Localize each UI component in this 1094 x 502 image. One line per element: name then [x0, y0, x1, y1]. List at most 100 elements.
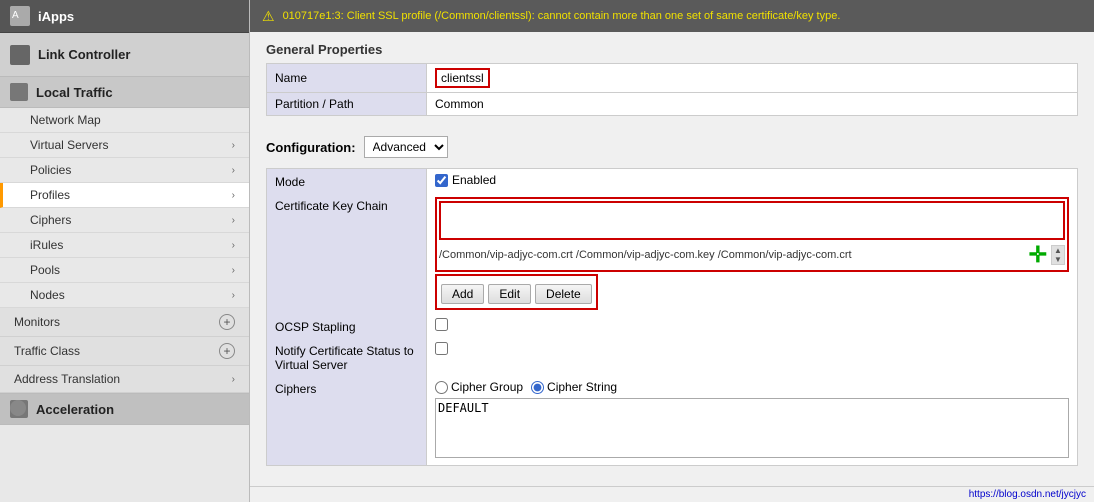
- ocsp-row: OCSP Stapling: [267, 314, 1078, 338]
- ocsp-checkbox-cell: [435, 318, 1069, 331]
- pools-label: Pools: [30, 263, 232, 277]
- cert-key-chain-label: Certificate Key Chain: [267, 193, 427, 314]
- general-properties-section: General Properties Name clientssl Partit…: [250, 32, 1094, 136]
- acceleration-icon: [10, 400, 28, 418]
- cert-path-box: /Common/vip-adjyc-com.crt /Common/vip-ad…: [435, 197, 1069, 272]
- configuration-row: Configuration: Basic Advanced: [250, 136, 1094, 158]
- policies-label: Policies: [30, 163, 232, 177]
- cert-path-area: /Common/vip-adjyc-com.crt /Common/vip-ad…: [439, 201, 1065, 268]
- cipher-string-label: Cipher String: [547, 380, 617, 394]
- mode-label: Mode: [267, 169, 427, 194]
- arrow-icon: ›: [232, 240, 235, 251]
- config-form-table: Mode Enabled Certificate Key Chain: [266, 168, 1078, 466]
- enabled-checkbox-label[interactable]: Enabled: [435, 173, 496, 187]
- sidebar-item-profiles[interactable]: Profiles ›: [0, 183, 249, 208]
- cipher-textarea[interactable]: DEFAULT: [435, 398, 1069, 458]
- arrow-icon: ›: [232, 140, 235, 151]
- network-map-label: Network Map: [30, 113, 235, 127]
- sidebar-item-irules[interactable]: iRules ›: [0, 233, 249, 258]
- address-translation-label: Address Translation: [14, 372, 232, 386]
- sidebar: A iApps Link Controller Local Traffic Ne…: [0, 0, 250, 502]
- cert-key-chain-value: /Common/vip-adjyc-com.crt /Common/vip-ad…: [427, 193, 1078, 314]
- partition-label: Partition / Path: [267, 93, 427, 116]
- cert-path-input[interactable]: [443, 205, 1061, 233]
- ocsp-value: [427, 314, 1078, 338]
- edit-button[interactable]: Edit: [488, 284, 531, 304]
- sidebar-item-pools[interactable]: Pools ›: [0, 258, 249, 283]
- general-properties-table: Name clientssl Partition / Path Common: [266, 63, 1078, 116]
- cert-path-inner: /Common/vip-adjyc-com.crt /Common/vip-ad…: [439, 201, 1065, 268]
- ocsp-label: OCSP Stapling: [267, 314, 427, 338]
- local-traffic-icon: [10, 83, 28, 101]
- green-cross-icon[interactable]: ✛: [1029, 242, 1047, 268]
- sidebar-item-virtual-servers[interactable]: Virtual Servers ›: [0, 133, 249, 158]
- notify-checkbox-cell: [435, 342, 1069, 355]
- link-controller-label: Link Controller: [38, 47, 130, 62]
- notify-checkbox[interactable]: [435, 342, 448, 355]
- ciphers-label: Ciphers: [30, 213, 232, 227]
- cert-input-red-box: [439, 201, 1065, 240]
- arrow-icon: ›: [232, 290, 235, 301]
- nodes-label: Nodes: [30, 288, 232, 302]
- monitors-plus-icon[interactable]: +: [219, 314, 235, 330]
- action-buttons: Add Edit Delete: [441, 284, 592, 304]
- partition-row: Partition / Path Common: [267, 93, 1078, 116]
- notify-row: Notify Certificate Status to Virtual Ser…: [267, 338, 1078, 376]
- name-row: Name clientssl: [267, 64, 1078, 93]
- ciphers-label: Ciphers: [267, 376, 427, 466]
- name-value: clientssl: [427, 64, 1078, 93]
- sidebar-item-ciphers[interactable]: Ciphers ›: [0, 208, 249, 233]
- sidebar-item-monitors[interactable]: Monitors +: [0, 308, 249, 337]
- arrow-icon: ›: [232, 215, 235, 226]
- cert-row: /Common/vip-adjyc-com.crt /Common/vip-ad…: [439, 242, 1065, 268]
- cert-key-chain-row: Certificate Key Chain /Common/vip-adjyc-…: [267, 193, 1078, 314]
- enabled-checkbox[interactable]: [435, 174, 448, 187]
- content-area: General Properties Name clientssl Partit…: [250, 32, 1094, 486]
- name-label: Name: [267, 64, 427, 93]
- local-traffic-section[interactable]: Local Traffic: [0, 77, 249, 108]
- arrow-icon: ›: [232, 165, 235, 176]
- cipher-string-radio-label[interactable]: Cipher String: [531, 380, 617, 394]
- traffic-class-label: Traffic Class: [14, 344, 219, 358]
- ciphers-value: Cipher Group Cipher String DEFAULT: [427, 376, 1078, 466]
- main-content: ⚠ 010717e1:3: Client SSL profile (/Commo…: [250, 0, 1094, 502]
- warning-message: 010717e1:3: Client SSL profile (/Common/…: [283, 10, 841, 22]
- delete-button[interactable]: Delete: [535, 284, 592, 304]
- sidebar-item-traffic-class[interactable]: Traffic Class +: [0, 337, 249, 366]
- arrow-icon: ›: [232, 374, 235, 385]
- cipher-group-radio[interactable]: [435, 381, 448, 394]
- iapps-icon: A: [10, 6, 30, 26]
- sidebar-item-policies[interactable]: Policies ›: [0, 158, 249, 183]
- ocsp-checkbox[interactable]: [435, 318, 448, 331]
- acceleration-section[interactable]: Acceleration: [0, 394, 249, 425]
- acceleration-label: Acceleration: [36, 402, 114, 417]
- cipher-group-label: Cipher Group: [451, 380, 523, 394]
- partition-value: Common: [427, 93, 1078, 116]
- sidebar-item-nodes[interactable]: Nodes ›: [0, 283, 249, 308]
- cipher-group-radio-label[interactable]: Cipher Group: [435, 380, 523, 394]
- svg-text:A: A: [12, 10, 19, 21]
- add-button[interactable]: Add: [441, 284, 484, 304]
- general-properties-title: General Properties: [266, 42, 1078, 57]
- link-controller-section[interactable]: Link Controller: [0, 33, 249, 77]
- url-bar: https://blog.osdn.net/jycjyc: [250, 486, 1094, 502]
- arrow-icon: ›: [232, 265, 235, 276]
- sidebar-item-address-translation[interactable]: Address Translation ›: [0, 366, 249, 393]
- virtual-servers-label: Virtual Servers: [30, 138, 232, 152]
- mode-value: Enabled: [427, 169, 1078, 194]
- link-controller-icon: [10, 45, 30, 65]
- traffic-class-plus-icon[interactable]: +: [219, 343, 235, 359]
- cipher-string-radio[interactable]: [531, 381, 544, 394]
- ciphers-row: Ciphers Cipher Group Cipher String DEFAU…: [267, 376, 1078, 466]
- local-traffic-label: Local Traffic: [36, 85, 113, 100]
- warning-bar: ⚠ 010717e1:3: Client SSL profile (/Commo…: [250, 0, 1094, 32]
- sidebar-item-network-map[interactable]: Network Map: [0, 108, 249, 133]
- mode-row-inner: Enabled: [435, 173, 1069, 187]
- mode-row: Mode Enabled: [267, 169, 1078, 194]
- scrollbar[interactable]: ▲ ▼: [1051, 245, 1065, 265]
- iapps-label: iApps: [38, 9, 74, 24]
- cert-path-text: /Common/vip-adjyc-com.crt /Common/vip-ad…: [439, 249, 1021, 261]
- configuration-dropdown[interactable]: Basic Advanced: [364, 136, 448, 158]
- iapps-section[interactable]: A iApps: [0, 0, 249, 33]
- monitors-label: Monitors: [14, 315, 219, 329]
